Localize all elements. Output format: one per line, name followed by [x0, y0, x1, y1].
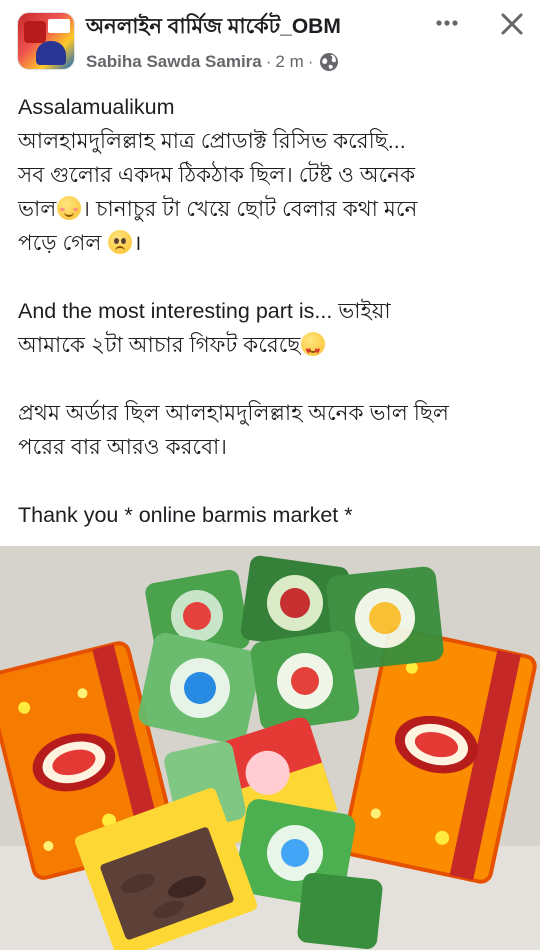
post-text: ভাল	[18, 197, 57, 221]
author-name-link[interactable]: Sabiha Sawda Samira	[86, 52, 262, 72]
meta-separator: ·	[265, 52, 272, 71]
group-name-link[interactable]: অনলাইন বার্মিজ মার্কেট_OBM	[86, 10, 341, 45]
group-avatar[interactable]	[17, 12, 75, 70]
smiling-face-emoji-icon	[57, 196, 82, 220]
post-line: পরের বার আরও করবো।	[18, 435, 227, 459]
snack-packets-illustration	[0, 546, 540, 950]
post-header: অনলাইন বার্মিজ মার্কেট_OBM Sabiha Sawda …	[0, 0, 540, 84]
post-line: আলহামদুলিল্লাহ মাত্র প্রোডাক্ট রিসিভ করে…	[18, 129, 406, 153]
heart-eyes-emoji-icon	[301, 332, 326, 369]
post-photo[interactable]	[0, 546, 540, 950]
meta-separator-2: ·	[307, 52, 314, 71]
post-line: আমাকে ২টা আচার গিফট করেছে	[18, 328, 528, 369]
post-line: Assalamualikum	[18, 95, 175, 119]
post-line: ভাল । চানাচুর টা খেয়ে ছোট বেলার কথা মনে	[18, 192, 528, 226]
post-text: আমাকে ২টা আচার গিফট করেছে	[18, 333, 301, 357]
post-text: ।	[133, 231, 142, 255]
post-meta: Sabiha Sawda Samira · 2 m ·	[86, 52, 339, 72]
post-body: Assalamualikum আলহামদুলিল্লাহ মাত্র প্রো…	[18, 90, 528, 532]
more-horizontal-icon	[436, 20, 458, 26]
post-text: পড়ে গেল	[18, 231, 108, 255]
post-line: প্রথম অর্ডার ছিল আলহামদুলিল্লাহ অনেক ভাল…	[18, 401, 449, 425]
post-line: সব গুলোর একদম ঠিকঠাক ছিল। টেষ্ট ও অনেক	[18, 163, 416, 187]
close-icon	[501, 13, 523, 35]
pleading-face-emoji-icon	[108, 230, 133, 254]
post-line: Thank you * online barmis market *	[18, 503, 353, 527]
globe-icon[interactable]	[319, 52, 339, 72]
close-button[interactable]	[496, 8, 528, 40]
post-line: পড়ে গেল ।	[18, 226, 528, 260]
more-options-button[interactable]	[432, 8, 462, 38]
post-text: । চানাচুর টা খেয়ে ছোট বেলার কথা মনে	[82, 197, 418, 221]
post-line: And the most interesting part is... ভাইয…	[18, 299, 391, 323]
post-time[interactable]: 2 m	[275, 52, 303, 72]
